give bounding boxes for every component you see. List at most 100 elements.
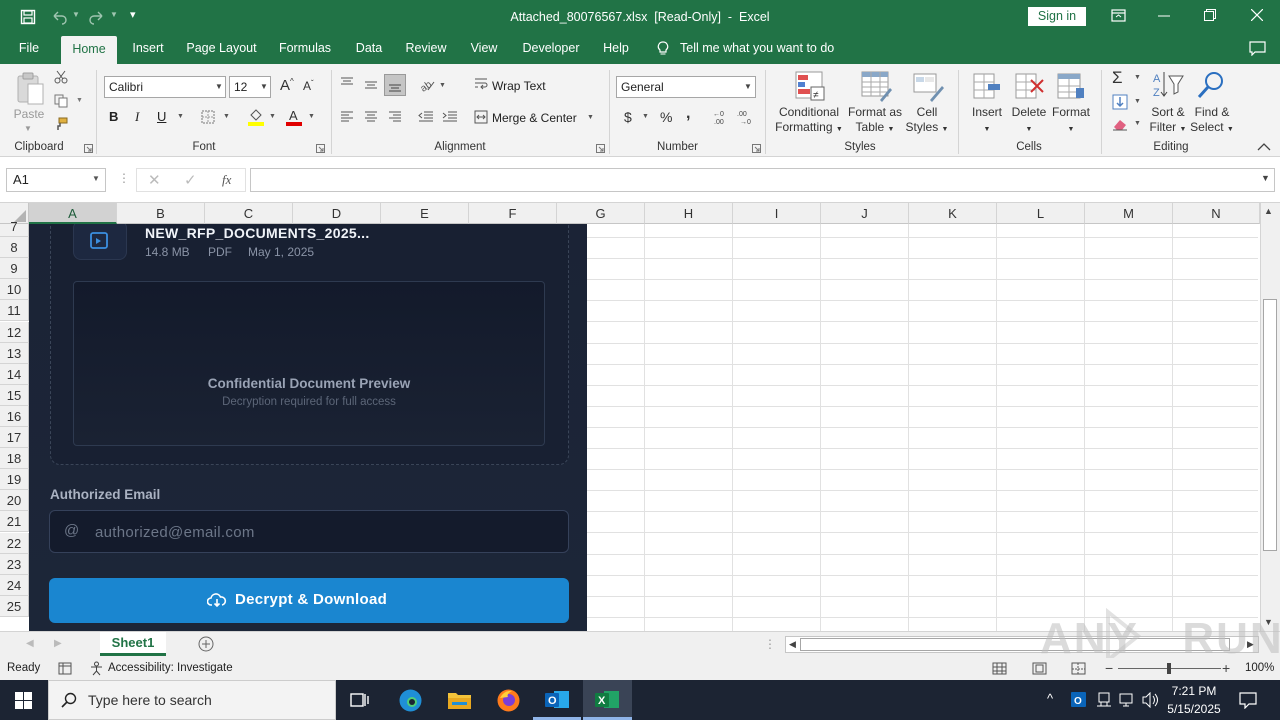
delete-cells-icon[interactable] bbox=[1014, 72, 1044, 102]
number-launcher-icon[interactable] bbox=[752, 144, 761, 153]
row-header[interactable]: 17 bbox=[0, 427, 29, 448]
ribbon-display-icon[interactable] bbox=[1111, 9, 1126, 22]
column-header[interactable]: K bbox=[909, 203, 997, 224]
currency-button[interactable]: $ bbox=[624, 109, 632, 125]
task-view-icon[interactable] bbox=[350, 691, 370, 709]
clock-date[interactable]: 5/15/2025 bbox=[1164, 702, 1224, 716]
column-header[interactable]: L bbox=[997, 203, 1085, 224]
row-header[interactable]: 15 bbox=[0, 384, 29, 406]
row-header[interactable]: 7 bbox=[0, 220, 29, 237]
zoom-in-icon[interactable]: + bbox=[1222, 660, 1230, 676]
tab-view[interactable]: View bbox=[466, 33, 502, 64]
wrap-text-icon[interactable] bbox=[474, 77, 488, 91]
insert-cells-icon[interactable] bbox=[972, 72, 1002, 102]
column-header[interactable]: A bbox=[29, 203, 117, 224]
row-header[interactable]: 21 bbox=[0, 511, 29, 533]
paste-button[interactable]: Paste bbox=[10, 107, 48, 122]
alignment-launcher-icon[interactable] bbox=[596, 144, 605, 153]
align-left-icon[interactable] bbox=[340, 110, 354, 124]
find-select-button[interactable]: Find & Select ▼ bbox=[1190, 105, 1234, 137]
font-color-dropdown-icon[interactable]: ▼ bbox=[308, 113, 315, 120]
row-header[interactable]: 11 bbox=[0, 300, 29, 322]
firefox-icon[interactable] bbox=[496, 688, 521, 713]
add-sheet-icon[interactable] bbox=[198, 636, 214, 652]
macro-record-icon[interactable] bbox=[58, 662, 72, 675]
restore-icon[interactable] bbox=[1204, 9, 1216, 21]
sign-in-button[interactable]: Sign in bbox=[1028, 7, 1086, 26]
conditional-formatting-button[interactable]: Conditional Formatting ▼ bbox=[770, 105, 848, 137]
decrease-font-size-icon[interactable]: Aˇ bbox=[303, 79, 314, 93]
align-bottom-icon[interactable] bbox=[388, 79, 402, 93]
underline-button[interactable]: U bbox=[157, 109, 166, 124]
fill-dropdown-icon[interactable]: ▼ bbox=[1134, 98, 1141, 105]
comma-button[interactable]: , bbox=[686, 105, 690, 123]
cell-styles-button[interactable]: Cell Styles ▼ bbox=[902, 105, 952, 137]
normal-view-icon[interactable] bbox=[992, 662, 1007, 675]
row-header[interactable]: 8 bbox=[0, 237, 29, 259]
accessibility-icon[interactable] bbox=[89, 661, 104, 676]
merge-center-icon[interactable] bbox=[474, 110, 488, 124]
document-preview[interactable] bbox=[73, 281, 545, 446]
align-top-icon[interactable] bbox=[340, 76, 354, 90]
row-header[interactable]: 13 bbox=[0, 342, 29, 364]
font-color-icon[interactable]: A bbox=[285, 108, 303, 126]
orientation-icon[interactable]: ab bbox=[418, 76, 436, 92]
zoom-out-icon[interactable]: − bbox=[1105, 660, 1113, 676]
redo-dropdown-icon[interactable]: ▼ bbox=[110, 10, 118, 19]
formula-input[interactable] bbox=[250, 168, 1275, 192]
number-format-combo[interactable]: General bbox=[616, 76, 756, 98]
outlook-tray-icon[interactable]: O bbox=[1070, 691, 1087, 708]
column-header[interactable]: F bbox=[469, 203, 557, 224]
enter-entry-icon[interactable]: ✓ bbox=[184, 171, 197, 189]
increase-indent-icon[interactable] bbox=[442, 110, 458, 124]
redo-icon[interactable] bbox=[88, 9, 106, 25]
underline-dropdown-icon[interactable]: ▼ bbox=[177, 113, 184, 120]
fill-icon[interactable] bbox=[1112, 94, 1128, 110]
zoom-slider-thumb[interactable] bbox=[1167, 663, 1171, 674]
row-header[interactable]: 22 bbox=[0, 532, 29, 554]
minimize-icon[interactable] bbox=[1158, 15, 1170, 17]
font-name-dropdown-icon[interactable]: ▼ bbox=[215, 82, 223, 91]
row-header[interactable]: 25 bbox=[0, 595, 29, 617]
network-icon[interactable] bbox=[1119, 692, 1135, 708]
clipboard-launcher-icon[interactable] bbox=[84, 144, 93, 153]
sort-filter-button[interactable]: Sort & Filter ▼ bbox=[1146, 105, 1190, 137]
paste-dropdown-icon[interactable]: ▼ bbox=[24, 124, 32, 133]
format-cells-icon[interactable] bbox=[1056, 72, 1086, 102]
autosum-dropdown-icon[interactable]: ▼ bbox=[1134, 74, 1141, 81]
customize-qat-icon[interactable]: ▾ bbox=[130, 8, 136, 21]
borders-dropdown-icon[interactable]: ▼ bbox=[223, 113, 230, 120]
column-header[interactable]: H bbox=[645, 203, 733, 224]
column-header[interactable]: E bbox=[381, 203, 469, 224]
tab-home[interactable]: Home bbox=[61, 36, 117, 64]
hscroll-left-icon[interactable]: ◀ bbox=[789, 639, 796, 650]
italic-button[interactable]: I bbox=[135, 109, 139, 125]
copy-icon[interactable] bbox=[54, 94, 68, 108]
fill-color-dropdown-icon[interactable]: ▼ bbox=[269, 113, 276, 120]
scroll-up-icon[interactable]: ▲ bbox=[1264, 206, 1273, 216]
row-header[interactable]: 9 bbox=[0, 258, 29, 280]
merge-dropdown-icon[interactable]: ▼ bbox=[587, 114, 594, 121]
undo-icon[interactable] bbox=[50, 9, 68, 25]
paste-icon[interactable] bbox=[16, 72, 46, 106]
column-header[interactable]: G bbox=[557, 203, 645, 224]
row-header[interactable]: 10 bbox=[0, 279, 29, 301]
page-break-view-icon[interactable] bbox=[1071, 662, 1086, 675]
conditional-formatting-icon[interactable]: ≠ bbox=[794, 70, 826, 102]
increase-decimal-icon[interactable]: ←0.00 bbox=[712, 108, 730, 126]
tab-file[interactable]: File bbox=[12, 33, 46, 64]
undo-dropdown-icon[interactable]: ▼ bbox=[72, 10, 80, 19]
row-header[interactable]: 14 bbox=[0, 363, 29, 385]
name-box-dropdown-icon[interactable]: ▼ bbox=[92, 174, 100, 183]
align-center-icon[interactable] bbox=[364, 110, 378, 124]
device-tray-icon[interactable] bbox=[1096, 692, 1112, 708]
sort-filter-icon[interactable]: AZ bbox=[1152, 70, 1184, 100]
autosum-icon[interactable]: Σ bbox=[1112, 68, 1123, 88]
column-header[interactable]: J bbox=[821, 203, 909, 224]
column-header[interactable]: M bbox=[1085, 203, 1173, 224]
row-header[interactable]: 20 bbox=[0, 490, 29, 512]
wrap-text-button[interactable]: Wrap Text bbox=[492, 79, 546, 93]
zoom-level[interactable]: 100% bbox=[1245, 662, 1274, 674]
sheet-tab-sheet1[interactable]: Sheet1 bbox=[100, 632, 166, 656]
page-layout-view-icon[interactable] bbox=[1032, 662, 1047, 675]
